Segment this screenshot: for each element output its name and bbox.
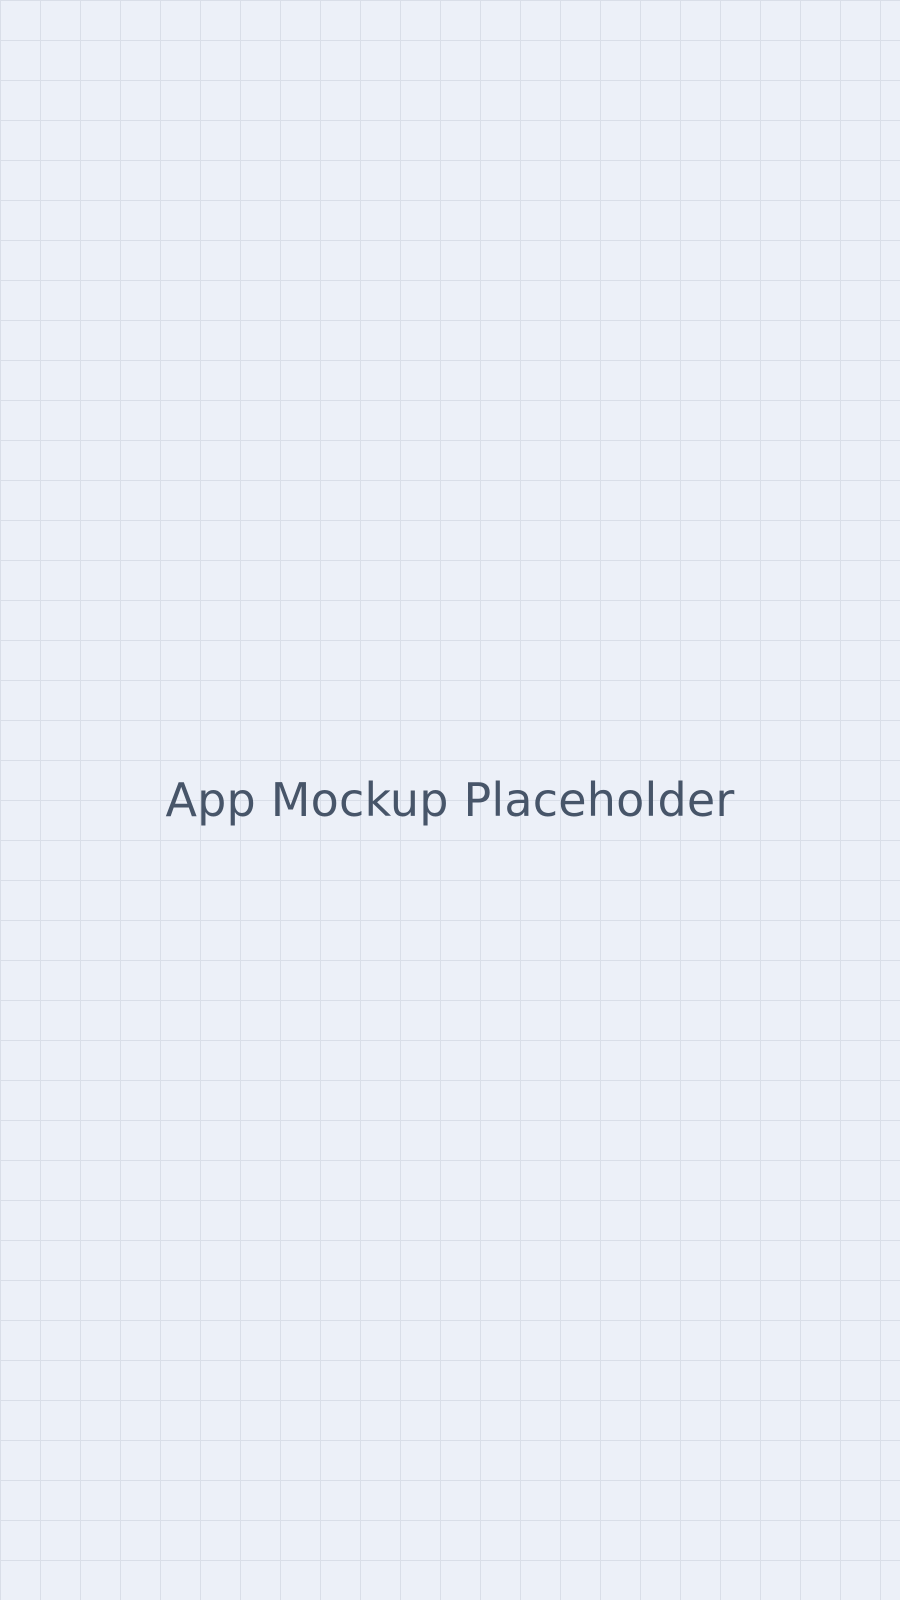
placeholder-canvas: App Mockup Placeholder xyxy=(0,0,900,1600)
placeholder-label: App Mockup Placeholder xyxy=(165,773,735,827)
